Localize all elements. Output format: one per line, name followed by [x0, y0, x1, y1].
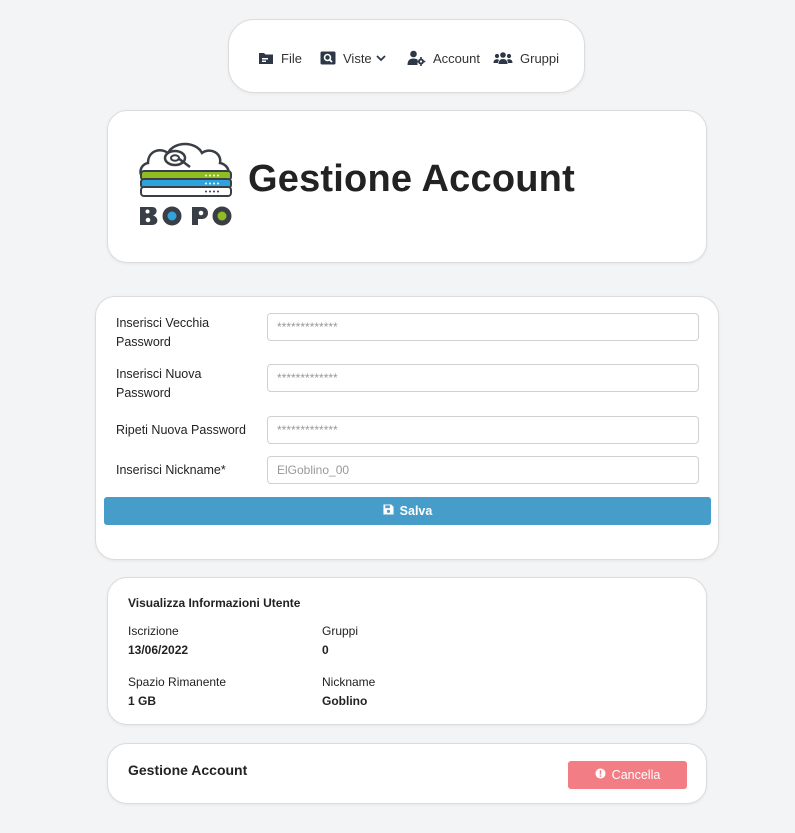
gruppi-value: 0	[322, 643, 329, 657]
exclamation-circle-icon	[595, 768, 606, 782]
iscrizione-value: 13/06/2022	[128, 643, 189, 657]
page-title: Gestione Account	[248, 158, 575, 200]
search-icon	[320, 51, 336, 65]
user-info-heading: Visualizza Informazioni Utente	[128, 596, 301, 610]
cancel-account-button[interactable]: Cancella	[568, 761, 687, 789]
iscrizione-label: Iscrizione	[128, 624, 179, 638]
repeat-password-label: Ripeti Nuova Password	[116, 423, 246, 437]
nav-account-label: Account	[433, 50, 480, 66]
user-gear-icon	[407, 50, 426, 66]
save-button[interactable]: Salva	[104, 497, 711, 525]
nav-file[interactable]: File	[258, 49, 302, 67]
folder-icon	[258, 51, 274, 65]
cancel-button-label: Cancella	[611, 768, 661, 782]
bopo-logo	[138, 139, 236, 234]
nickname-info-value: Goblino	[322, 694, 368, 708]
nickname-info-label: Nickname	[322, 675, 376, 689]
new-password-field[interactable]	[267, 364, 699, 392]
delete-section-title: Gestione Account	[128, 762, 248, 778]
user-info-card: Visualizza Informazioni Utente Iscrizion…	[107, 577, 707, 725]
spazio-value: 1 GB	[128, 694, 157, 708]
delete-account-card: Gestione Account Cancella	[107, 743, 707, 804]
nav-gruppi[interactable]: Gruppi	[493, 49, 559, 67]
account-form-card: Inserisci Vecchia Password Inserisci Nuo…	[95, 296, 719, 560]
nickname-field[interactable]	[267, 456, 699, 484]
nav-file-label: File	[281, 50, 302, 66]
chevron-down-icon	[376, 54, 386, 62]
nav-gruppi-label: Gruppi	[520, 50, 560, 66]
save-button-label: Salva	[399, 504, 433, 518]
nav-account[interactable]: Account	[407, 49, 480, 67]
users-icon	[493, 51, 513, 65]
floppy-disk-icon	[383, 504, 394, 518]
top-navbar: File Viste Account Gruppi	[228, 19, 585, 93]
header-card: Gestione Account	[107, 110, 707, 263]
nav-viste-label: Viste	[343, 50, 372, 66]
new-password-label: Inserisci Nuova Password	[116, 367, 202, 400]
spazio-label: Spazio Rimanente	[128, 675, 227, 689]
nav-viste[interactable]: Viste	[320, 49, 386, 67]
repeat-password-field[interactable]	[267, 416, 699, 444]
old-password-field[interactable]	[267, 313, 699, 341]
gruppi-label: Gruppi	[322, 624, 359, 638]
old-password-label: Inserisci Vecchia Password	[116, 316, 210, 349]
nickname-label: Inserisci Nickname*	[116, 463, 226, 477]
